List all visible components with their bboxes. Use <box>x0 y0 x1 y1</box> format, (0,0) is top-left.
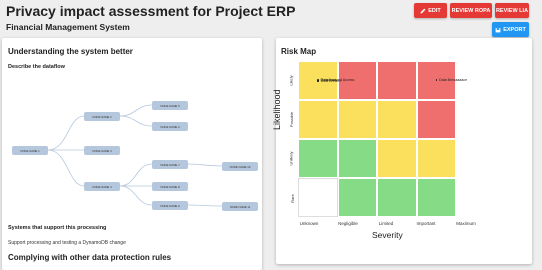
dataflow-node[interactable]: NODE NAME 8 <box>152 182 188 191</box>
review-ropa-label: REVIEW ROPA <box>451 7 491 14</box>
risk-cell <box>377 100 417 139</box>
systems-heading: Systems that support this processing <box>8 225 107 231</box>
risk-cell <box>377 139 417 178</box>
risk-matrix <box>298 61 456 217</box>
system-overview-card: Understanding the system better Describe… <box>2 38 262 270</box>
dataflow-node[interactable]: NODE NAME 1 <box>12 146 48 155</box>
risk-map-title: Risk Map <box>281 47 317 56</box>
y-tick-label: Unlikely <box>288 151 294 166</box>
x-tick-label: Unknown <box>299 221 319 226</box>
risk-cell <box>337 178 377 217</box>
risk-cell <box>298 178 338 217</box>
page-title: Privacy impact assessment for Project ER… <box>6 3 296 19</box>
export-button-label: EXPORT <box>503 26 526 33</box>
risk-point-label: Data Breach <box>320 78 341 83</box>
x-tick-label: Important <box>416 221 436 226</box>
edit-button[interactable]: EDIT <box>414 3 447 18</box>
risk-cell <box>337 139 377 178</box>
dataflow-node[interactable]: NODE NAME 2 <box>84 112 120 121</box>
y-tick-label: Possible <box>289 111 295 128</box>
y-tick-label: Likely <box>288 75 294 86</box>
pencil-icon <box>420 8 426 14</box>
risk-point-marker <box>435 79 438 81</box>
risk-cell <box>377 178 417 217</box>
review-lia-label: REVIEW LIA <box>495 7 529 14</box>
risk-point[interactable]: Data Breaaaaace <box>435 78 468 82</box>
dataflow-node[interactable]: NODE NAME 9 <box>152 201 188 210</box>
systems-text: Support processing and testing a DynamoD… <box>8 240 126 246</box>
edit-button-label: EDIT <box>428 7 441 14</box>
y-tick-label: Rare <box>289 194 295 203</box>
y-axis-label: Likelihood <box>272 89 282 130</box>
review-ropa-button[interactable]: REVIEW ROPA <box>450 3 492 18</box>
complying-heading: Complying with other data protection rul… <box>8 253 172 262</box>
risk-point[interactable]: Data Breach <box>317 79 341 83</box>
risk-cell <box>298 139 338 178</box>
x-tick-label: Negligible <box>338 221 358 226</box>
risk-point-label: Data Breaaaaace <box>439 78 468 82</box>
dataflow-node[interactable]: NODE NAME 4 <box>84 182 120 191</box>
page-subtitle: Financial Management System <box>6 22 130 32</box>
export-icon <box>495 27 501 33</box>
risk-cell <box>337 100 377 139</box>
x-axis-label: Severity <box>372 230 403 240</box>
risk-point-marker <box>317 79 319 82</box>
risk-cell <box>416 178 456 217</box>
dataflow-node[interactable]: NODE NAME 10 <box>222 162 258 171</box>
dataflow-node[interactable]: NODE NAME 5 <box>152 101 188 110</box>
x-tick-label: Limited <box>378 221 394 226</box>
dataflow-node[interactable]: NODE NAME 7 <box>152 160 188 169</box>
risk-cell <box>416 139 456 178</box>
risk-cell <box>416 100 456 139</box>
dataflow-node[interactable]: NODE NAME 3 <box>84 146 120 155</box>
review-lia-button[interactable]: REVIEW LIA <box>495 3 529 18</box>
x-tick-label: Maximum <box>456 221 476 226</box>
dataflow-node[interactable]: NODE NAME 6 <box>152 122 188 131</box>
dataflow-connectors <box>47 104 223 207</box>
risk-map-card: Risk Map Likelihood Likely Possible Unli… <box>272 38 532 264</box>
risk-cell <box>298 100 338 139</box>
risk-cell <box>377 61 417 100</box>
export-button[interactable]: EXPORT <box>492 22 529 37</box>
dataflow-node[interactable]: NODE NAME 11 <box>222 202 258 211</box>
